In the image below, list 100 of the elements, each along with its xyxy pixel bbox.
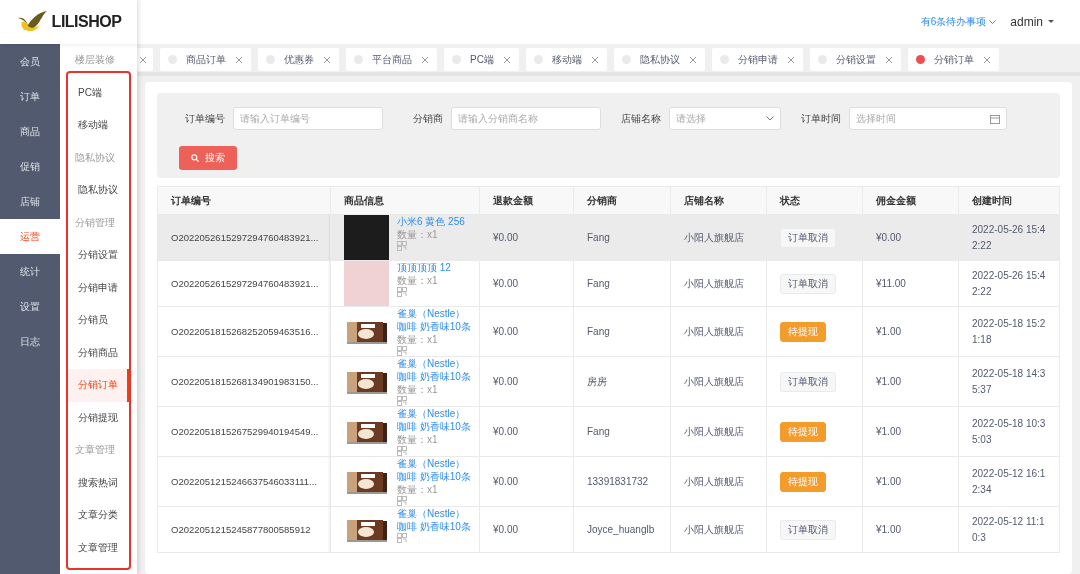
product-name-link[interactable]: 咖啡 奶香味10条 <box>397 320 471 333</box>
column-header: 订单编号 <box>157 186 331 215</box>
order-number: O2022052615297294760483921... <box>171 232 319 243</box>
submenu-item[interactable]: 分销订单 <box>68 369 129 402</box>
distributor-name: Fang <box>587 278 610 289</box>
logo-text: LILISHOP <box>51 13 122 31</box>
nav-item[interactable]: 会员 <box>0 44 60 79</box>
order-number: O2022051215245877800585912 <box>171 524 311 535</box>
submenu-item[interactable]: 文章管理 <box>68 531 129 564</box>
product-name-link[interactable]: 雀巢（Nestle） <box>397 357 471 370</box>
refund-amount: ¥0.00 <box>493 476 519 487</box>
quantity-text: 数量：x1 <box>397 274 439 287</box>
submenu-item[interactable]: PC端 <box>68 76 129 109</box>
submenu-item[interactable]: 分销商品 <box>68 336 129 369</box>
shop-name: 小阳人旗舰店 <box>684 425 744 437</box>
status-tag: 订单取消 <box>780 371 836 392</box>
todo-link[interactable]: 有6条待办事项 <box>920 15 997 29</box>
refund-amount: ¥0.00 <box>493 524 519 535</box>
page-tab[interactable]: 移动端 <box>525 48 607 71</box>
created-time: 2022-05-26 15:42:22 <box>972 222 1046 253</box>
product-name-link[interactable]: 顶顶顶顶 12 <box>397 261 451 274</box>
refund-amount: ¥0.00 <box>493 278 519 289</box>
order-number: O2022051815268134901983150... <box>171 376 319 387</box>
commission-amount: ¥1.00 <box>876 326 902 337</box>
page-tab[interactable]: 分销申请 <box>711 48 803 71</box>
submenu-item[interactable]: 分销提现 <box>68 401 129 434</box>
quantity-text: 数量：x1 <box>397 333 439 346</box>
nav-item[interactable]: 商品 <box>0 114 60 149</box>
commission-amount: ¥0.00 <box>876 232 902 243</box>
nav-item[interactable]: 设置 <box>0 289 60 324</box>
distributor-name: Fang <box>587 232 610 243</box>
menu-group-label: 分销管理 <box>74 215 116 230</box>
text-field[interactable]: 请输入订单编号 <box>233 107 383 130</box>
submenu-item[interactable]: 搜索热词 <box>68 466 129 499</box>
refund-amount: ¥0.00 <box>493 426 519 437</box>
submenu-item[interactable]: 文章分类 <box>68 499 129 532</box>
page-tab[interactable]: 隐私协议 <box>613 48 705 71</box>
status-tag: 订单取消 <box>780 273 836 294</box>
menu-group-label: 楼层装修 <box>74 53 116 68</box>
product-name-link[interactable]: 咖啡 奶香味10条 <box>397 520 471 533</box>
product-name-link[interactable]: 雀巢（Nestle） <box>397 457 471 470</box>
submenu-item[interactable]: 分销员 <box>68 304 129 337</box>
column-header: 退款金额 <box>479 186 574 215</box>
order-number: O2022051815267529940194549... <box>171 426 319 437</box>
status-tag: 订单取消 <box>780 519 836 540</box>
product-name-link[interactable]: 雀巢（Nestle） <box>397 407 471 420</box>
refund-amount: ¥0.00 <box>493 326 519 337</box>
created-time: 2022-05-12 11:10:3 <box>972 514 1046 545</box>
commission-amount: ¥11.00 <box>876 278 906 289</box>
filter-label: 订单编号 <box>184 111 225 126</box>
submenu-item[interactable]: 分销申请 <box>68 271 129 304</box>
search-button[interactable]: 搜索 <box>179 146 237 170</box>
product-name-link[interactable]: 雀巢（Nestle） <box>397 307 471 320</box>
nav-item[interactable]: 日志 <box>0 324 60 359</box>
text-field[interactable]: 请输入分销商名称 <box>451 107 601 130</box>
shop-name: 小阳人旗舰店 <box>684 375 744 387</box>
created-time: 2022-05-18 15:21:18 <box>972 316 1046 347</box>
created-time: 2022-05-12 16:12:34 <box>972 466 1046 497</box>
column-header: 店铺名称 <box>670 186 767 215</box>
menu-group-label: 文章管理 <box>74 443 116 458</box>
filter-label: 分销商 <box>412 111 443 126</box>
shop-name: 小阳人旗舰店 <box>684 277 744 289</box>
page-tab[interactable]: 分销设置 <box>809 48 901 71</box>
product-name-link[interactable]: 咖啡 奶香味10条 <box>397 370 471 383</box>
page-tab[interactable]: PC端 <box>444 48 519 71</box>
nav-item[interactable]: 统计 <box>0 254 60 289</box>
filter-label: 店铺名称 <box>620 111 661 126</box>
product-name-link[interactable]: 咖啡 奶香味10条 <box>397 420 471 433</box>
quantity-text: 数量：x1 <box>397 433 439 446</box>
product-name-link[interactable]: 咖啡 奶香味10条 <box>397 470 471 483</box>
page-tab[interactable]: 分销订单 <box>907 48 999 71</box>
column-header: 状态 <box>766 186 863 215</box>
nav-item[interactable]: 运营 <box>0 219 60 254</box>
column-header: 佣金金额 <box>862 186 959 215</box>
nav-item[interactable]: 促销 <box>0 149 60 184</box>
created-time: 2022-05-18 10:35:03 <box>972 416 1046 447</box>
submenu-item[interactable]: 移动端 <box>68 109 129 142</box>
created-time: 2022-05-26 15:42:22 <box>972 268 1046 299</box>
status-tag: 订单取消 <box>780 227 836 248</box>
commission-amount: ¥1.00 <box>876 476 902 487</box>
shop-name: 小阳人旗舰店 <box>684 475 744 487</box>
shop-name: 小阳人旗舰店 <box>684 231 744 243</box>
shop-name: 小阳人旗舰店 <box>684 523 744 535</box>
commission-amount: ¥1.00 <box>876 376 902 387</box>
user-menu[interactable]: admin <box>1010 15 1054 29</box>
page-tab[interactable]: 优惠券 <box>258 48 339 71</box>
order-number: O2022051815268252059463516... <box>171 326 319 337</box>
nav-item[interactable]: 店铺 <box>0 184 60 219</box>
distributor-name: Joyce_huanglb <box>587 524 655 535</box>
distributor-name: 房房 <box>587 375 607 387</box>
order-number: O2022052615297294760483921... <box>171 278 319 289</box>
nav-item[interactable]: 订单 <box>0 79 60 114</box>
submenu-item[interactable]: 隐私协议 <box>68 174 129 207</box>
product-name-link[interactable]: 雀巢（Nestle） <box>397 507 471 520</box>
product-name-link[interactable]: 小米6 黄色 256 <box>397 215 465 228</box>
page-tab[interactable]: 商品订单 <box>160 48 251 71</box>
refund-amount: ¥0.00 <box>493 376 519 387</box>
distributor-name: Fang <box>587 426 610 437</box>
submenu-item[interactable]: 分销设置 <box>68 239 129 272</box>
page-tab[interactable]: 平台商品 <box>346 48 437 71</box>
